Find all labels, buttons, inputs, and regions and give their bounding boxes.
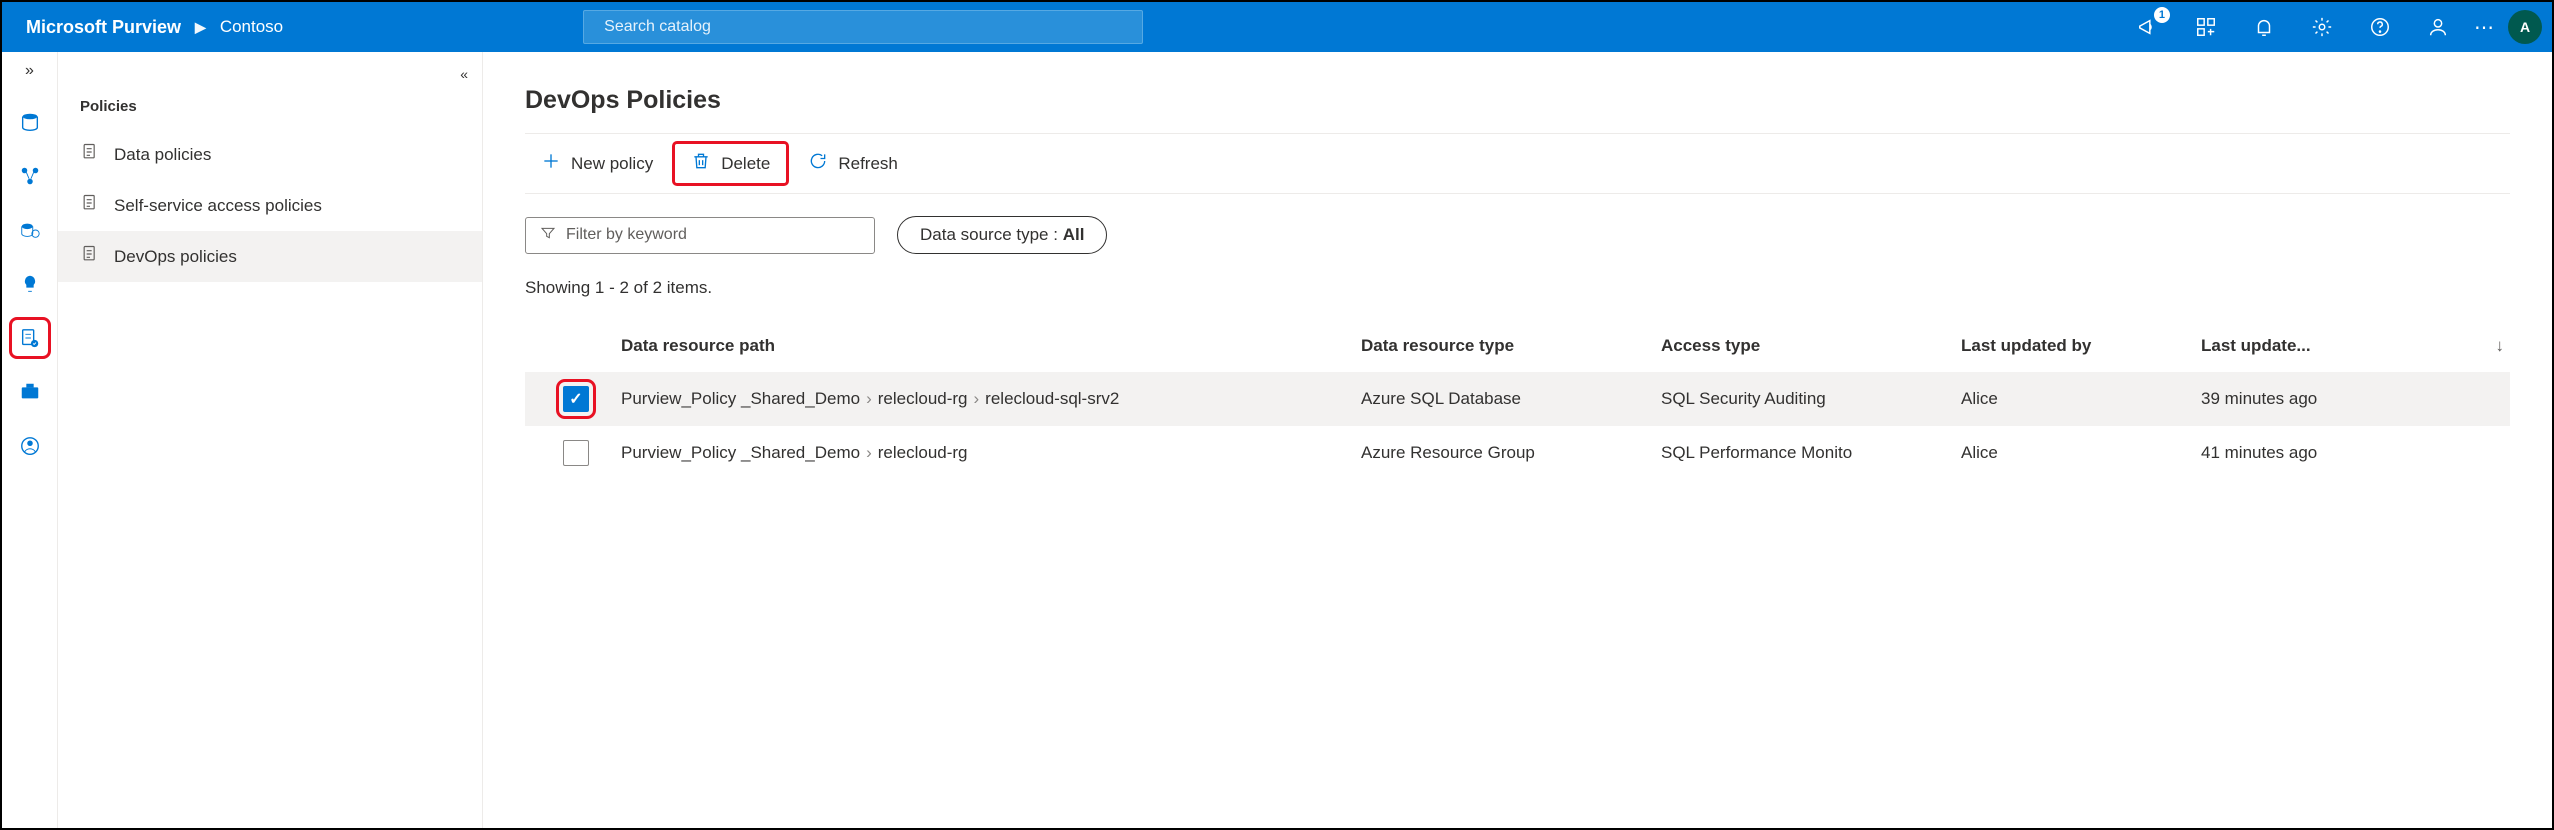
- document-icon: [80, 142, 100, 167]
- notification-badge: 1: [2154, 7, 2170, 23]
- trash-icon: [691, 151, 711, 176]
- cell-type: Azure SQL Database: [1361, 389, 1661, 409]
- sidepanel-item-devops[interactable]: DevOps policies: [58, 231, 482, 282]
- chevron-right-icon: ›: [860, 443, 878, 462]
- button-label: Refresh: [838, 154, 898, 174]
- cell-path: Purview_Policy _Shared_Demo›relecloud-rg…: [621, 389, 1361, 409]
- cell-path: Purview_Policy _Shared_Demo›relecloud-rg: [621, 443, 1361, 463]
- button-label: New policy: [571, 154, 653, 174]
- path-segment: Purview_Policy _Shared_Demo: [621, 389, 860, 408]
- rail-data-map[interactable]: [14, 160, 46, 192]
- cell-updated-by: Alice: [1961, 389, 2201, 409]
- more-menu[interactable]: ⋯: [2466, 15, 2502, 40]
- path-segment: relecloud-rg: [878, 443, 968, 462]
- filter-keyword[interactable]: Filter by keyword: [525, 217, 875, 254]
- filter-placeholder: Filter by keyword: [566, 226, 687, 244]
- filter-bar: Filter by keyword Data source type : All: [525, 194, 2510, 264]
- path-segment: relecloud-sql-srv2: [985, 389, 1119, 408]
- col-header-path[interactable]: Data resource path: [621, 336, 1361, 356]
- button-label: Delete: [721, 154, 770, 174]
- cell-updated-at: 39 minutes ago: [2201, 389, 2464, 409]
- page-title: DevOps Policies: [525, 86, 2510, 115]
- pill-value: All: [1063, 225, 1085, 244]
- table-header: Data resource path Data resource type Ac…: [525, 320, 2510, 372]
- search-box[interactable]: [583, 10, 1143, 44]
- main-content: DevOps Policies New policy Delete Refres…: [483, 52, 2552, 828]
- breadcrumb: Microsoft Purview ▶ Contoso: [26, 17, 283, 38]
- row-checkbox[interactable]: [563, 440, 589, 466]
- chevron-right-icon: ›: [860, 389, 878, 408]
- col-header-type[interactable]: Data resource type: [1361, 336, 1661, 356]
- row-checkbox[interactable]: [563, 386, 589, 412]
- chevron-right-icon: ›: [968, 389, 986, 408]
- cell-access: SQL Performance Monito: [1661, 443, 1961, 463]
- sidepanel: « Policies Data policies Self-service ac…: [58, 52, 483, 828]
- col-header-updated-at[interactable]: Last update...: [2201, 336, 2464, 356]
- table-row[interactable]: Purview_Policy _Shared_Demo›relecloud-rg…: [525, 426, 2510, 480]
- chevron-right-icon: ▶: [195, 19, 206, 36]
- search-input[interactable]: [604, 18, 1132, 36]
- announcements-icon[interactable]: 1: [2134, 13, 2162, 41]
- feedback-icon[interactable]: [2424, 13, 2452, 41]
- toolbar: New policy Delete Refresh: [525, 133, 2510, 194]
- breadcrumb-account[interactable]: Contoso: [220, 17, 283, 37]
- cell-updated-at: 41 minutes ago: [2201, 443, 2464, 463]
- settings-icon[interactable]: [2308, 13, 2336, 41]
- app-header: Microsoft Purview ▶ Contoso 1 ⋯ A: [2, 2, 2552, 52]
- help-icon[interactable]: [2366, 13, 2394, 41]
- sidepanel-collapse[interactable]: «: [58, 62, 482, 86]
- table-row[interactable]: Purview_Policy _Shared_Demo›relecloud-rg…: [525, 372, 2510, 426]
- rail-policies[interactable]: [14, 322, 46, 354]
- refresh-icon: [808, 151, 828, 176]
- sidepanel-title: Policies: [58, 86, 482, 129]
- avatar[interactable]: A: [2508, 10, 2542, 44]
- result-count: Showing 1 - 2 of 2 items.: [525, 264, 2510, 320]
- sidepanel-item-data-policies[interactable]: Data policies: [58, 129, 482, 180]
- rail-data-sources[interactable]: [14, 106, 46, 138]
- sidepanel-item-selfservice[interactable]: Self-service access policies: [58, 180, 482, 231]
- sidepanel-item-label: Data policies: [114, 145, 211, 165]
- document-icon: [80, 193, 100, 218]
- refresh-button[interactable]: Refresh: [792, 144, 914, 183]
- col-header-updated-by[interactable]: Last updated by: [1961, 336, 2201, 356]
- sidepanel-item-label: DevOps policies: [114, 247, 237, 267]
- col-header-access[interactable]: Access type: [1661, 336, 1961, 356]
- policies-table: Data resource path Data resource type Ac…: [525, 320, 2510, 480]
- rail-expand[interactable]: »: [25, 62, 34, 80]
- brand-title[interactable]: Microsoft Purview: [26, 17, 181, 38]
- rail-insights[interactable]: [14, 268, 46, 300]
- plus-icon: [541, 151, 561, 176]
- filter-datasource-type[interactable]: Data source type : All: [897, 216, 1107, 254]
- document-icon: [80, 244, 100, 269]
- rail-management[interactable]: [14, 376, 46, 408]
- new-policy-button[interactable]: New policy: [525, 144, 669, 183]
- delete-button[interactable]: Delete: [675, 144, 786, 183]
- notifications-icon[interactable]: [2250, 13, 2278, 41]
- filter-icon: [540, 225, 556, 246]
- path-segment: relecloud-rg: [878, 389, 968, 408]
- path-segment: Purview_Policy _Shared_Demo: [621, 443, 860, 462]
- header-actions: 1: [2134, 13, 2452, 41]
- cell-access: SQL Security Auditing: [1661, 389, 1961, 409]
- sort-indicator-icon[interactable]: ↓: [2464, 336, 2504, 356]
- cell-updated-by: Alice: [1961, 443, 2201, 463]
- cell-type: Azure Resource Group: [1361, 443, 1661, 463]
- diagnostics-icon[interactable]: [2192, 13, 2220, 41]
- sidepanel-item-label: Self-service access policies: [114, 196, 322, 216]
- nav-rail: »: [2, 52, 58, 828]
- rail-data-estate[interactable]: [14, 214, 46, 246]
- rail-privacy[interactable]: [14, 430, 46, 462]
- pill-label: Data source type :: [920, 225, 1063, 244]
